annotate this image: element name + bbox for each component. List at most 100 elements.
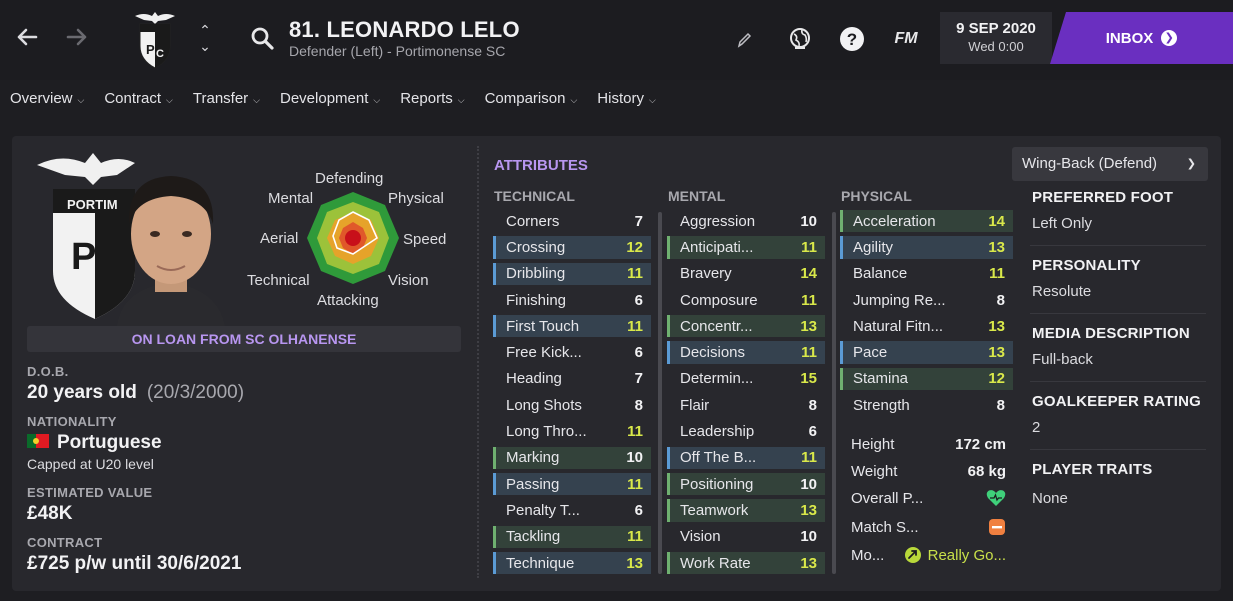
chevron-down-icon[interactable]: ⌄: [196, 38, 214, 54]
menu-development[interactable]: Development ⌵: [270, 82, 390, 116]
match-sharpness-row[interactable]: Match S...: [851, 518, 1006, 536]
technical-attribute-row[interactable]: Marking 10: [493, 446, 651, 469]
height-row: Height 172 cm: [851, 436, 1006, 453]
technical-attribute-row[interactable]: Long Shots 8: [493, 394, 651, 416]
technical-attribute-row[interactable]: Penalty T... 6: [493, 499, 651, 521]
physical-attribute-row[interactable]: Pace 13: [840, 341, 1013, 364]
globe-icon[interactable]: [786, 25, 814, 53]
attribute-value: 13: [988, 344, 1005, 362]
chevron-right-circle-icon: ❯: [1161, 30, 1178, 46]
menu-comparison[interactable]: Comparison ⌵: [475, 82, 588, 116]
technical-attribute-row[interactable]: Crossing 12: [493, 236, 651, 259]
capped-text: Capped at U20 level: [27, 456, 154, 472]
technical-attribute-row[interactable]: Heading 7: [493, 368, 651, 390]
arrow-left-icon: [17, 28, 38, 46]
estimated-value-label: ESTIMATED VALUE: [27, 485, 153, 500]
inbox-button[interactable]: INBOX ❯: [1050, 12, 1233, 64]
mental-attribute-row[interactable]: Anticipati... 11: [667, 236, 825, 259]
goalkeeper-rating-value: 2: [1032, 419, 1041, 436]
height-value: 172 cm: [955, 436, 1006, 453]
pencil-icon[interactable]: [733, 25, 755, 53]
fm-menu-button[interactable]: FM: [890, 25, 922, 53]
attribute-value: 11: [801, 238, 817, 256]
morale-arrow-icon: [904, 547, 921, 563]
mental-attribute-row[interactable]: Flair 8: [667, 394, 825, 416]
svg-text:?: ?: [847, 30, 857, 49]
physical-attribute-row[interactable]: Acceleration 14: [840, 210, 1013, 233]
match-sharpness-icon: [989, 519, 1005, 535]
mental-attribute-row[interactable]: Concentr... 13: [667, 315, 825, 338]
mental-attribute-row[interactable]: Positioning 10: [667, 472, 825, 496]
menu-overview[interactable]: Overview ⌵: [0, 82, 94, 116]
technical-attribute-row[interactable]: Passing 11: [493, 472, 651, 496]
physical-attribute-row[interactable]: Stamina 12: [840, 367, 1013, 391]
search-icon[interactable]: [250, 26, 276, 52]
media-description-label: MEDIA DESCRIPTION: [1032, 325, 1190, 342]
physical-attribute-row[interactable]: Jumping Re... 8: [840, 289, 1013, 311]
technical-attribute-row[interactable]: First Touch 11: [493, 315, 651, 338]
physical-attribute-row[interactable]: Balance 11: [840, 263, 1013, 285]
attribute-value: 13: [988, 317, 1005, 335]
nationality-value[interactable]: Portuguese: [27, 432, 162, 454]
attribute-value: 11: [627, 265, 643, 283]
loan-status-banner[interactable]: ON LOAN FROM SC OLHANENSE: [27, 326, 461, 352]
technical-attribute-row[interactable]: Dribbling 11: [493, 262, 651, 285]
attribute-value: 11: [627, 528, 643, 546]
chevron-down-icon: ⌵: [457, 95, 465, 105]
attribute-value: 6: [634, 291, 643, 309]
technical-attribute-row[interactable]: Tackling 11: [493, 525, 651, 548]
technical-attribute-row[interactable]: Corners 7: [493, 210, 651, 232]
attribute-name: Agility: [853, 238, 894, 256]
role-dropdown[interactable]: Wing-Back (Defend) ❯: [1012, 147, 1208, 181]
menu-transfer[interactable]: Transfer ⌵: [183, 82, 270, 116]
attribute-name: Corners: [506, 212, 560, 230]
morale-row[interactable]: Mo... Really Go...: [851, 546, 1006, 564]
date-display[interactable]: 9 SEP 2020 Wed 0:00: [940, 12, 1052, 64]
player-subtitle[interactable]: Defender (Left) - Portimonense SC: [289, 43, 505, 59]
player-switch-arrows[interactable]: ⌃ ⌄: [196, 22, 214, 56]
mental-attribute-row[interactable]: Work Rate 13: [667, 551, 825, 575]
mental-attribute-row[interactable]: Teamwork 13: [667, 499, 825, 522]
mental-attribute-row[interactable]: Leadership 6: [667, 420, 825, 442]
attribute-radar-chart[interactable]: [305, 190, 401, 286]
mental-attribute-row[interactable]: Decisions 11: [667, 341, 825, 364]
attribute-value: 10: [626, 449, 643, 467]
height-label: Height: [851, 436, 895, 453]
mental-attribute-row[interactable]: Vision 10: [667, 526, 825, 548]
overall-condition-row[interactable]: Overall P...: [851, 489, 1006, 507]
technical-attribute-row[interactable]: Long Thro... 11: [493, 420, 651, 442]
help-icon[interactable]: ?: [838, 25, 866, 53]
attribute-value: 15: [800, 370, 817, 388]
technical-attribute-row[interactable]: Finishing 6: [493, 289, 651, 311]
attribute-name: Aggression: [680, 212, 756, 230]
menu-contract[interactable]: Contract ⌵: [94, 82, 183, 116]
attribute-name: Positioning: [680, 475, 754, 493]
mental-attribute-row[interactable]: Determin... 15: [667, 368, 825, 390]
menu-reports[interactable]: Reports ⌵: [390, 82, 474, 116]
technical-scrollbar[interactable]: [658, 212, 662, 574]
technical-attribute-row[interactable]: Technique 13: [493, 551, 651, 575]
physical-attribute-row[interactable]: Strength 8: [840, 394, 1013, 416]
back-button[interactable]: [12, 22, 42, 52]
current-date: 9 SEP 2020: [956, 20, 1036, 37]
preferred-foot-label: PREFERRED FOOT: [1032, 189, 1174, 206]
physical-attribute-row[interactable]: Agility 13: [840, 236, 1013, 259]
mental-attribute-row[interactable]: Bravery 14: [667, 263, 825, 285]
mental-attribute-row[interactable]: Aggression 10: [667, 210, 825, 232]
technical-attribute-row[interactable]: Free Kick... 6: [493, 341, 651, 363]
morale-text: Really Go...: [927, 546, 1006, 564]
chevron-up-icon[interactable]: ⌃: [196, 22, 214, 38]
menu-history[interactable]: History ⌵: [587, 82, 666, 116]
mental-scrollbar[interactable]: [832, 212, 836, 574]
forward-button[interactable]: [62, 22, 92, 52]
attribute-name: Long Shots: [506, 396, 582, 414]
attribute-value: 11: [627, 423, 643, 441]
mental-attribute-row[interactable]: Off The B... 11: [667, 446, 825, 469]
physical-attribute-row[interactable]: Natural Fitn... 13: [840, 315, 1013, 337]
attribute-value: 11: [989, 265, 1005, 283]
club-crest-icon[interactable]: P C: [132, 10, 178, 70]
arrow-right-icon: [66, 28, 87, 46]
mental-attribute-row[interactable]: Composure 11: [667, 289, 825, 311]
contract-value[interactable]: £725 p/w until 30/6/2021: [27, 553, 241, 575]
overall-condition-label: Overall P...: [851, 489, 924, 507]
